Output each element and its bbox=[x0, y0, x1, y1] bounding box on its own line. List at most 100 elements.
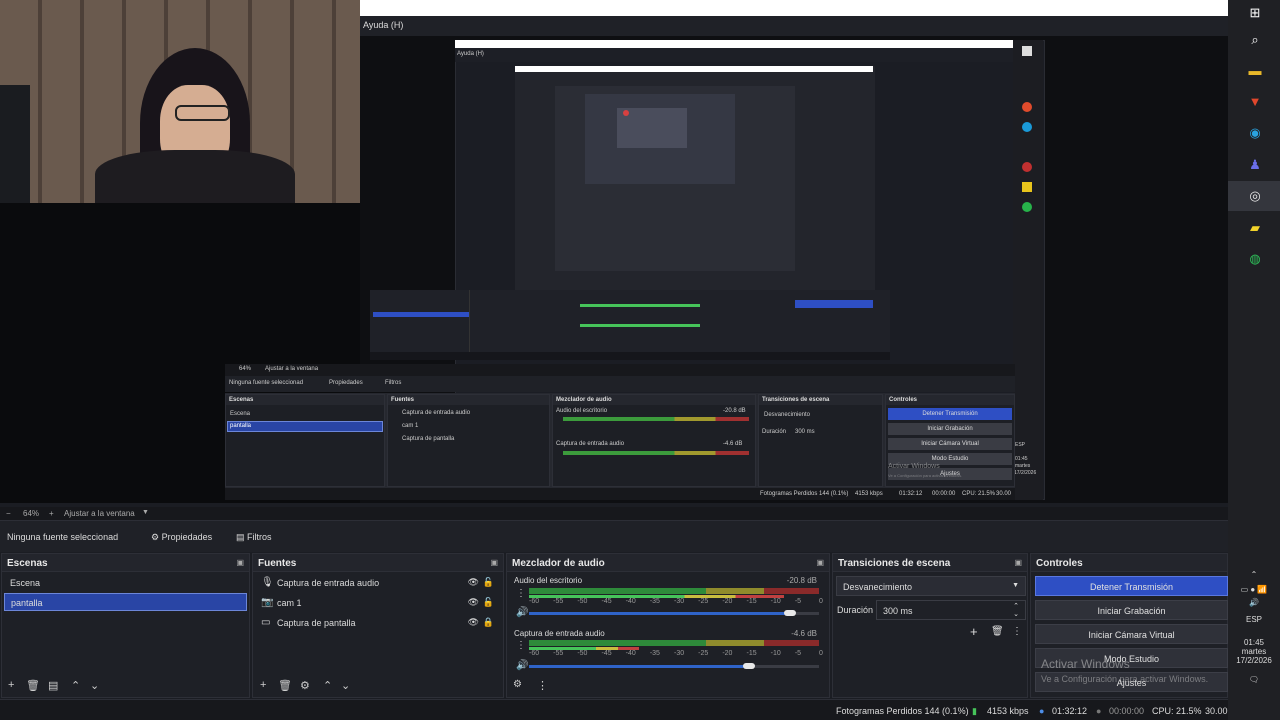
more-icon[interactable]: ⋮ bbox=[1012, 626, 1022, 637]
add-icon[interactable]: + bbox=[8, 679, 14, 691]
nested-watermark-1: Activar Windows bbox=[888, 463, 940, 470]
obs-icon[interactable]: ◎ bbox=[1246, 187, 1264, 205]
nested-no-source: Ninguna fuente seleccionad bbox=[229, 380, 304, 386]
undock-icon[interactable]: ▣ bbox=[236, 558, 244, 567]
nested-src-3: Captura de pantalla bbox=[402, 436, 455, 442]
fps: 30.00 bbox=[1205, 706, 1228, 716]
clock-time[interactable]: 01:45 bbox=[1230, 638, 1278, 647]
whatsapp-icon[interactable]: ◍ bbox=[1246, 250, 1264, 268]
nested-menu-bar: Ayuda (H) bbox=[455, 48, 1013, 62]
record-icon: ● bbox=[1096, 706, 1102, 716]
speaker-icon[interactable]: 🔊 bbox=[516, 660, 528, 671]
db-tick: -10 bbox=[770, 650, 781, 657]
db-tick: -60 bbox=[529, 650, 540, 657]
status-bar: Fotogramas Perdidos 144 (0.1%) ▮ 4153 kb… bbox=[0, 699, 1228, 720]
db-tick: -50 bbox=[577, 650, 588, 657]
chevron-down-icon[interactable]: ⌄ bbox=[90, 679, 99, 692]
nested-fade: Desvanecimiento bbox=[764, 412, 811, 418]
more-icon[interactable]: ⋮ bbox=[516, 588, 526, 599]
chevron-up-icon[interactable]: ⌃ bbox=[1230, 570, 1278, 579]
chevron-up-icon[interactable]: ⌃ bbox=[71, 679, 80, 692]
window-title-bar[interactable] bbox=[360, 0, 1228, 16]
volume-knob[interactable] bbox=[743, 663, 756, 669]
lock-icon[interactable]: 🔓 bbox=[483, 597, 494, 608]
duration-label: Duración bbox=[837, 605, 874, 615]
volume-slider[interactable] bbox=[529, 612, 790, 615]
nested-status-bitrate: 4153 kbps bbox=[855, 491, 883, 497]
notifications-icon[interactable]: 🗨 bbox=[1230, 675, 1278, 684]
fit-window-button[interactable]: Ajustar a la ventana bbox=[64, 509, 135, 518]
nested-ch2-db: -4.6 dB bbox=[723, 441, 743, 447]
eye-icon[interactable]: 👁 bbox=[468, 597, 479, 608]
undock-icon[interactable]: ▣ bbox=[1014, 558, 1022, 567]
gear-icon[interactable]: ⚙ bbox=[300, 679, 310, 692]
transition-select[interactable]: Desvanecimiento ▼ bbox=[836, 576, 1026, 596]
trash-icon[interactable]: 🗑 bbox=[991, 626, 1004, 637]
more-icon[interactable]: ⋮ bbox=[537, 679, 548, 692]
scene-item-selected[interactable]: pantalla bbox=[4, 593, 247, 611]
eye-icon[interactable]: 👁 bbox=[468, 577, 479, 588]
zoom-out-button[interactable]: − bbox=[6, 509, 11, 518]
duration-input[interactable]: 300 ms ⌃ ⌄ bbox=[876, 600, 1026, 620]
record-time: 00:00:00 bbox=[1109, 706, 1145, 716]
nested-status-cpu: CPU: 21.5% bbox=[962, 491, 996, 497]
trash-icon[interactable]: 🗑 bbox=[26, 679, 40, 692]
sticky-notes-icon[interactable]: ▰ bbox=[1246, 219, 1264, 237]
add-icon[interactable]: + bbox=[260, 679, 266, 691]
undock-icon[interactable]: ▣ bbox=[490, 558, 498, 567]
clock-date: 17/2/2026 bbox=[1236, 656, 1272, 665]
scene-item[interactable]: Escena bbox=[4, 574, 247, 592]
nested-transitions-panel: Transiciones de escena Desvanecimiento D… bbox=[758, 394, 883, 487]
zoom-in-button[interactable]: + bbox=[49, 509, 54, 518]
filters-button[interactable]: ▤ Filtros bbox=[236, 532, 272, 543]
nested-fit: Ajustar a la ventana bbox=[265, 366, 319, 372]
nested-duration-val: 300 ms bbox=[795, 429, 815, 435]
language-indicator[interactable]: ESP bbox=[1230, 615, 1278, 624]
more-icon[interactable]: ⋮ bbox=[516, 640, 526, 651]
lock-icon[interactable]: 🔓 bbox=[483, 577, 494, 588]
start-virtual-camera-button[interactable]: Iniciar Cámara Virtual bbox=[1035, 624, 1228, 644]
gear-icon[interactable]: ⚙ bbox=[513, 679, 522, 690]
lock-icon[interactable]: 🔒 bbox=[483, 617, 494, 628]
chevron-down-icon[interactable]: ▼ bbox=[142, 509, 149, 516]
menu-help[interactable]: Ayuda (H) bbox=[363, 20, 403, 30]
stepper-icon[interactable]: ⌃ ⌄ bbox=[1013, 602, 1019, 618]
source-item[interactable]: ▭ Captura de pantalla 👁 🔒 bbox=[255, 614, 501, 632]
edge-icon[interactable]: ◉ bbox=[1246, 124, 1264, 142]
nested-ch2: Captura de entrada audio bbox=[556, 441, 625, 447]
signal-icon: ▮ bbox=[972, 706, 977, 716]
add-icon[interactable]: + bbox=[970, 624, 978, 639]
properties-button[interactable]: ⚙ Propiedades bbox=[151, 532, 212, 543]
trash-icon[interactable]: 🗑 bbox=[278, 679, 292, 692]
eye-icon[interactable]: 👁 bbox=[468, 617, 479, 628]
channel-db: -20.8 dB bbox=[786, 576, 817, 585]
filter-icon[interactable]: ▤ bbox=[48, 679, 58, 692]
speaker-icon[interactable]: 🔊 bbox=[516, 607, 528, 618]
search-icon[interactable]: ⌕ bbox=[1246, 31, 1264, 49]
nested-title-bar-2 bbox=[515, 66, 873, 72]
volume-icon[interactable]: 🔊 bbox=[1230, 598, 1278, 607]
start-recording-button[interactable]: Iniciar Grabación bbox=[1035, 600, 1228, 620]
chevron-down-icon[interactable]: ⌄ bbox=[341, 679, 350, 692]
volume-slider[interactable] bbox=[529, 665, 750, 668]
source-item[interactable]: 🎙 Captura de entrada audio 👁 🔓 bbox=[255, 574, 501, 592]
nested-menu-help: Ayuda (H) bbox=[457, 51, 484, 57]
channel-name: Audio del escritorio bbox=[514, 576, 583, 585]
activation-watermark: Activar Windows bbox=[1041, 657, 1130, 671]
bitrate: 4153 kbps bbox=[987, 706, 1029, 716]
stop-stream-button[interactable]: Detener Transmisión bbox=[1035, 576, 1228, 596]
nested-zoom: 64% bbox=[239, 366, 252, 372]
source-item[interactable]: 📷 cam 1 👁 🔓 bbox=[255, 594, 501, 612]
nested-dock-2: Escenas Escena pantalla Fuentes Captura … bbox=[225, 393, 1015, 488]
undock-icon[interactable]: ▣ bbox=[816, 558, 824, 567]
chevron-up-icon[interactable]: ⌃ bbox=[323, 679, 332, 692]
db-tick: -35 bbox=[649, 650, 660, 657]
nested-ch1: Audio del escritorio bbox=[556, 408, 608, 414]
windows-icon[interactable]: ⊞ bbox=[1246, 4, 1264, 22]
brave-icon[interactable]: ▼ bbox=[1246, 93, 1264, 111]
file-explorer-icon[interactable]: ▬ bbox=[1246, 62, 1264, 80]
sources-panel: Fuentes ▣ 🎙 Captura de entrada audio 👁 🔓… bbox=[252, 553, 504, 698]
tray-icons[interactable]: ▭ ● 📶 bbox=[1230, 585, 1278, 594]
teams-icon[interactable]: ♟ bbox=[1246, 156, 1264, 174]
volume-knob[interactable] bbox=[784, 610, 796, 616]
